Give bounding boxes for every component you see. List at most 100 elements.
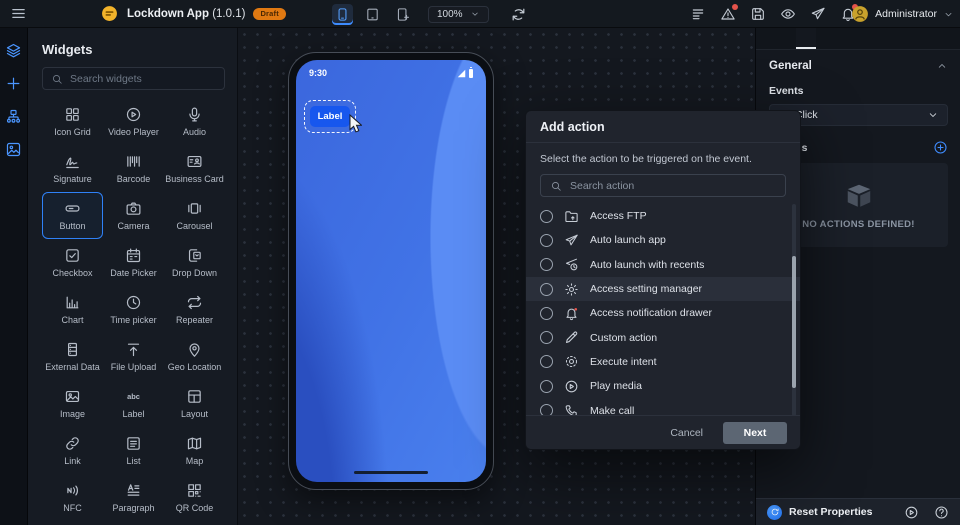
phone-device-icon[interactable] bbox=[332, 4, 353, 25]
general-label: General bbox=[769, 60, 812, 72]
widget-item[interactable]: Drop Down bbox=[164, 239, 225, 286]
widget-item[interactable]: Icon Grid bbox=[42, 98, 103, 145]
empty-state-text: NO ACTIONS DEFINED! bbox=[802, 219, 915, 230]
widget-item[interactable]: Time picker bbox=[103, 286, 164, 333]
widget-item[interactable]: Geo Location bbox=[164, 333, 225, 380]
gallery-icon[interactable] bbox=[5, 141, 22, 158]
tablet-device-icon[interactable] bbox=[362, 4, 383, 25]
action-list-item[interactable]: Play media bbox=[526, 374, 800, 398]
widget-item[interactable]: Map bbox=[164, 427, 225, 474]
widget-item[interactable]: Repeater bbox=[164, 286, 225, 333]
hamburger-menu-icon[interactable] bbox=[10, 5, 27, 22]
widget-item[interactable]: External Data bbox=[42, 333, 103, 380]
widget-item[interactable]: abc Label bbox=[103, 380, 164, 427]
scrollbar-thumb[interactable] bbox=[792, 256, 797, 388]
action-search-input[interactable] bbox=[570, 180, 776, 192]
widget-item[interactable]: Camera bbox=[103, 192, 164, 239]
widget-item[interactable]: List bbox=[103, 427, 164, 474]
play-circle-icon[interactable] bbox=[904, 505, 919, 520]
user-menu[interactable]: Administrator bbox=[851, 0, 954, 28]
widget-item[interactable]: Link bbox=[42, 427, 103, 474]
radio-button[interactable] bbox=[540, 380, 553, 393]
action-list-item[interactable]: Execute intent bbox=[526, 350, 800, 374]
radio-button[interactable] bbox=[540, 258, 553, 271]
widget-item[interactable]: Video Player bbox=[103, 98, 164, 145]
radio-button[interactable] bbox=[540, 283, 553, 296]
widget-item-label: Label bbox=[122, 409, 144, 419]
cancel-button[interactable]: Cancel bbox=[670, 427, 703, 439]
eye-icon[interactable] bbox=[780, 6, 796, 22]
radio-button[interactable] bbox=[540, 307, 553, 320]
action-list-item[interactable]: Make call bbox=[526, 398, 800, 416]
widget-item-label: Carousel bbox=[176, 221, 212, 231]
send-icon[interactable] bbox=[810, 6, 826, 22]
selected-widget-outline[interactable]: Label bbox=[304, 100, 356, 133]
plus-icon[interactable] bbox=[5, 75, 22, 92]
qrcode-icon bbox=[186, 482, 203, 499]
app-root: Lockdown App (1.0.1) Draft 100% Administ… bbox=[0, 0, 960, 525]
paragraph-icon bbox=[125, 482, 142, 499]
phone-mockup: 9:30 Label bbox=[288, 52, 494, 490]
widget-search-box[interactable] bbox=[42, 67, 225, 90]
widget-item[interactable]: File Upload bbox=[103, 333, 164, 380]
link-icon bbox=[64, 435, 81, 452]
widget-item-label: Button bbox=[59, 221, 85, 231]
action-label: Execute intent bbox=[590, 356, 657, 368]
widget-item[interactable]: Date Picker bbox=[103, 239, 164, 286]
phone-screen[interactable]: 9:30 Label bbox=[296, 60, 486, 482]
action-list-item[interactable]: Access setting manager bbox=[526, 277, 800, 301]
action-list-item[interactable]: Access notification drawer bbox=[526, 301, 800, 325]
zoom-select[interactable]: 100% bbox=[428, 6, 489, 23]
widget-item[interactable]: Carousel bbox=[164, 192, 225, 239]
radio-button[interactable] bbox=[540, 331, 553, 344]
events-label: Events bbox=[769, 85, 948, 97]
radio-button[interactable] bbox=[540, 355, 553, 368]
rotate-device-icon[interactable] bbox=[510, 6, 527, 23]
widget-item[interactable]: Signature bbox=[42, 145, 103, 192]
action-search-box[interactable] bbox=[540, 174, 786, 197]
widget-item[interactable]: Button bbox=[42, 192, 103, 239]
properties-tab[interactable] bbox=[756, 28, 776, 49]
add-action-button[interactable] bbox=[933, 140, 948, 155]
help-icon[interactable] bbox=[934, 505, 949, 520]
action-list-item[interactable]: Custom action bbox=[526, 325, 800, 349]
widget-item-label: Layout bbox=[181, 409, 208, 419]
warning-triangle-icon[interactable] bbox=[720, 6, 736, 22]
flow-icon[interactable] bbox=[5, 108, 22, 125]
reset-properties-label[interactable]: Reset Properties bbox=[789, 506, 889, 518]
checkbox-icon bbox=[64, 247, 81, 264]
phone-statusbar: 9:30 bbox=[296, 60, 486, 78]
widget-item[interactable]: Business Card bbox=[164, 145, 225, 192]
next-button[interactable]: Next bbox=[723, 422, 787, 444]
action-list-item[interactable]: Access FTP bbox=[526, 204, 800, 228]
modal-description: Select the action to be triggered on the… bbox=[540, 153, 786, 165]
label-button-widget[interactable]: Label bbox=[310, 106, 350, 127]
widget-item[interactable]: Checkbox bbox=[42, 239, 103, 286]
action-list-item[interactable]: Auto launch app bbox=[526, 228, 800, 252]
widget-item[interactable]: NFC bbox=[42, 474, 103, 521]
widget-item-label: Link bbox=[64, 456, 81, 466]
reset-icon[interactable] bbox=[767, 505, 782, 520]
play-circle-icon bbox=[564, 379, 579, 394]
widget-item[interactable]: Image bbox=[42, 380, 103, 427]
widget-item[interactable]: Audio bbox=[164, 98, 225, 145]
save-icon[interactable] bbox=[750, 6, 766, 22]
widget-item[interactable]: Layout bbox=[164, 380, 225, 427]
radio-button[interactable] bbox=[540, 234, 553, 247]
widget-item[interactable]: Barcode bbox=[103, 145, 164, 192]
radio-button[interactable] bbox=[540, 210, 553, 223]
widget-item[interactable]: Chart bbox=[42, 286, 103, 333]
properties-tabs bbox=[756, 28, 960, 50]
widget-item-label: Checkbox bbox=[52, 268, 92, 278]
general-section-header[interactable]: General bbox=[769, 60, 948, 72]
chevron-up-icon[interactable] bbox=[936, 60, 948, 72]
list-lines-icon[interactable] bbox=[690, 6, 706, 22]
widget-item[interactable]: QR Code bbox=[164, 474, 225, 521]
layers-icon[interactable] bbox=[5, 42, 22, 59]
screen-add-icon[interactable] bbox=[392, 4, 413, 25]
widget-search-input[interactable] bbox=[70, 73, 216, 85]
action-list-item[interactable]: Auto launch with recents bbox=[526, 253, 800, 277]
widget-item[interactable]: Paragraph bbox=[103, 474, 164, 521]
properties-tab[interactable] bbox=[796, 28, 816, 49]
properties-tab[interactable] bbox=[776, 28, 796, 49]
